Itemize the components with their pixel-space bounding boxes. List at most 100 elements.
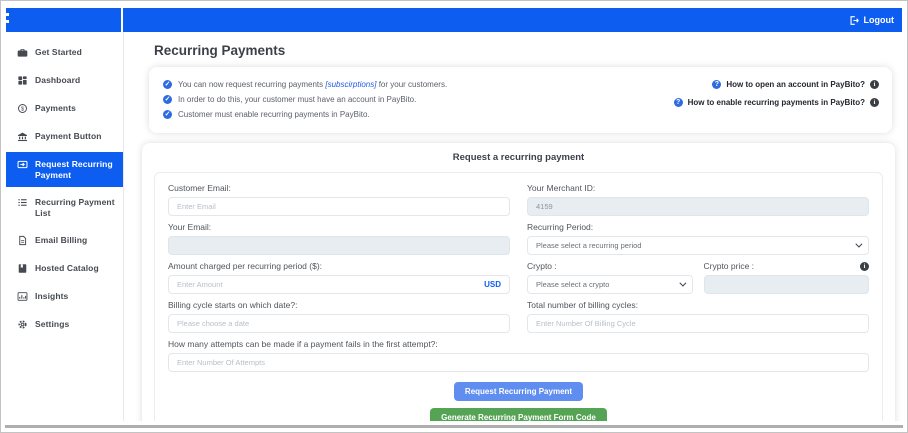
sidebar-item-label: Settings	[35, 319, 69, 330]
your-email-label: Your Email:	[168, 222, 510, 232]
crypto-price-label: Crypto price : i	[704, 261, 870, 271]
sidebar-item-recurring-payment-list[interactable]: Recurring Payment List	[6, 190, 123, 225]
currency-suffix: USD	[484, 280, 501, 289]
page-title: Recurring Payments	[154, 43, 902, 58]
merchant-id-label: Your Merchant ID:	[527, 183, 869, 193]
bank-icon	[17, 131, 28, 142]
note-text: You can now request recurring payments […	[178, 80, 447, 89]
amount-label: Amount charged per recurring period ($):	[168, 261, 510, 271]
gear-icon	[17, 319, 28, 330]
sidebar-item-label: Hosted Catalog	[35, 263, 99, 274]
logout-button[interactable]: Logout	[849, 8, 895, 32]
billing-date-label: Billing cycle starts on which date?:	[168, 300, 510, 310]
sidebar-item-payments[interactable]: $ Payments	[6, 96, 123, 121]
svg-text:$: $	[21, 107, 24, 113]
help-links: ? How to open an account in PayBito? i ?…	[674, 74, 879, 116]
sidebar-item-dashboard[interactable]: Dashboard	[6, 68, 123, 93]
sidebar-item-get-started[interactable]: Get Started	[6, 40, 123, 65]
window-bottom-edge	[5, 425, 903, 428]
customer-email-field-wrap	[168, 197, 510, 216]
billing-cycles-label: Total number of billing cycles:	[527, 300, 869, 310]
sidebar-item-payment-button[interactable]: Payment Button	[6, 124, 123, 149]
help-link-enable-recurring[interactable]: ? How to enable recurring payments in Pa…	[674, 98, 879, 107]
billing-date-input[interactable]	[177, 319, 501, 328]
chevron-down-icon	[679, 280, 686, 287]
check-circle-icon: ✓	[163, 80, 172, 89]
attempts-label: How many attempts can be made if a payme…	[168, 339, 869, 349]
amount-field-wrap: USD	[168, 275, 510, 294]
help-link-label: How to open an account in PayBito?	[726, 80, 865, 89]
grid-icon	[17, 75, 28, 86]
help-link-label: How to enable recurring payments in PayB…	[688, 98, 865, 107]
sidebar: Get Started Dashboard $ Payments Payment…	[6, 32, 124, 421]
sidebar-item-insights[interactable]: Insights	[6, 284, 123, 309]
sidebar-item-label: Get Started	[35, 47, 82, 58]
form-left-column: Customer Email: Your Email: Amount charg…	[168, 177, 510, 333]
crypto-field-group: Crypto : Please select a crypto	[527, 255, 693, 294]
generate-form-code-button[interactable]: Generate Recurring Payment Form Code	[430, 408, 607, 421]
info-circle-icon: i	[870, 98, 879, 107]
form-right-column: Your Merchant ID: Recurring Period: Plea…	[527, 177, 869, 333]
crypto-price-field-wrap	[704, 275, 870, 294]
top-navbar: Logout	[6, 8, 902, 32]
merchant-id-input	[536, 202, 860, 211]
sidebar-item-label: Request Recurring Payment	[35, 159, 117, 180]
note-suffix: for your customers.	[376, 80, 447, 89]
billing-cycles-input[interactable]	[536, 319, 860, 328]
your-email-input	[177, 241, 501, 250]
note-text: In order to do this, your customer must …	[178, 95, 416, 104]
crypto-price-field-group: Crypto price : i	[704, 255, 870, 294]
attempts-field-wrap	[168, 353, 869, 372]
info-circle-icon[interactable]: i	[860, 262, 869, 271]
card-send-icon	[17, 159, 28, 170]
crypto-label: Crypto :	[527, 261, 693, 271]
crypto-select[interactable]: Please select a crypto	[527, 275, 693, 294]
briefcase-icon	[17, 47, 28, 58]
form-heading: Request a recurring payment	[154, 152, 883, 163]
sidebar-item-label: Email Billing	[35, 235, 87, 246]
sidebar-item-settings[interactable]: Settings	[6, 312, 123, 337]
list-icon	[17, 197, 28, 208]
crypto-price-label-text: Crypto price :	[704, 261, 755, 271]
billing-date-field-wrap	[168, 314, 510, 333]
info-card: ✓ You can now request recurring payments…	[149, 67, 892, 133]
sidebar-item-email-billing[interactable]: Email Billing	[6, 228, 123, 253]
info-circle-icon: i	[870, 80, 879, 89]
question-circle-icon: ?	[674, 98, 683, 107]
sidebar-item-label: Recurring Payment List	[35, 197, 117, 218]
sidebar-item-hosted-catalog[interactable]: Hosted Catalog	[6, 256, 123, 281]
book-icon	[17, 263, 28, 274]
app-window: Logout Get Started Dashboard $ Payments …	[0, 0, 908, 433]
amount-input[interactable]	[177, 280, 478, 289]
request-recurring-payment-button[interactable]: Request Recurring Payment	[454, 382, 583, 401]
dollar-circle-icon: $	[17, 103, 28, 114]
document-icon	[17, 235, 28, 246]
question-circle-icon: ?	[712, 80, 721, 89]
subscriptions-link[interactable]: [subscirptions]	[325, 80, 376, 89]
logout-icon	[849, 15, 860, 26]
brand-logo-fragment	[6, 13, 9, 26]
check-circle-icon: ✓	[163, 110, 172, 119]
billing-cycles-field-wrap	[527, 314, 869, 333]
customer-email-label: Customer Email:	[168, 183, 510, 193]
note-prefix: You can now request recurring payments	[178, 80, 325, 89]
recurring-period-select[interactable]: Please select a recurring period	[527, 236, 869, 255]
sidebar-item-request-recurring-payment[interactable]: Request Recurring Payment	[6, 152, 123, 187]
sidebar-item-label: Insights	[35, 291, 68, 302]
sidebar-item-label: Payments	[35, 103, 76, 114]
recurring-period-label: Recurring Period:	[527, 222, 869, 232]
crypto-price-input	[713, 280, 861, 289]
chevron-down-icon	[855, 241, 862, 248]
note-text: Customer must enable recurring payments …	[178, 110, 370, 119]
customer-email-input[interactable]	[177, 202, 501, 211]
request-payment-form: Customer Email: Your Email: Amount charg…	[154, 172, 883, 421]
merchant-id-field-wrap	[527, 197, 869, 216]
help-link-open-account[interactable]: ? How to open an account in PayBito? i	[674, 80, 879, 89]
crypto-selected-value: Please select a crypto	[536, 280, 673, 289]
attempts-input[interactable]	[177, 358, 860, 367]
chart-icon	[17, 291, 28, 302]
logout-label: Logout	[864, 15, 895, 25]
brand-area	[6, 8, 123, 32]
check-circle-icon: ✓	[163, 95, 172, 104]
sidebar-item-label: Payment Button	[35, 131, 102, 142]
